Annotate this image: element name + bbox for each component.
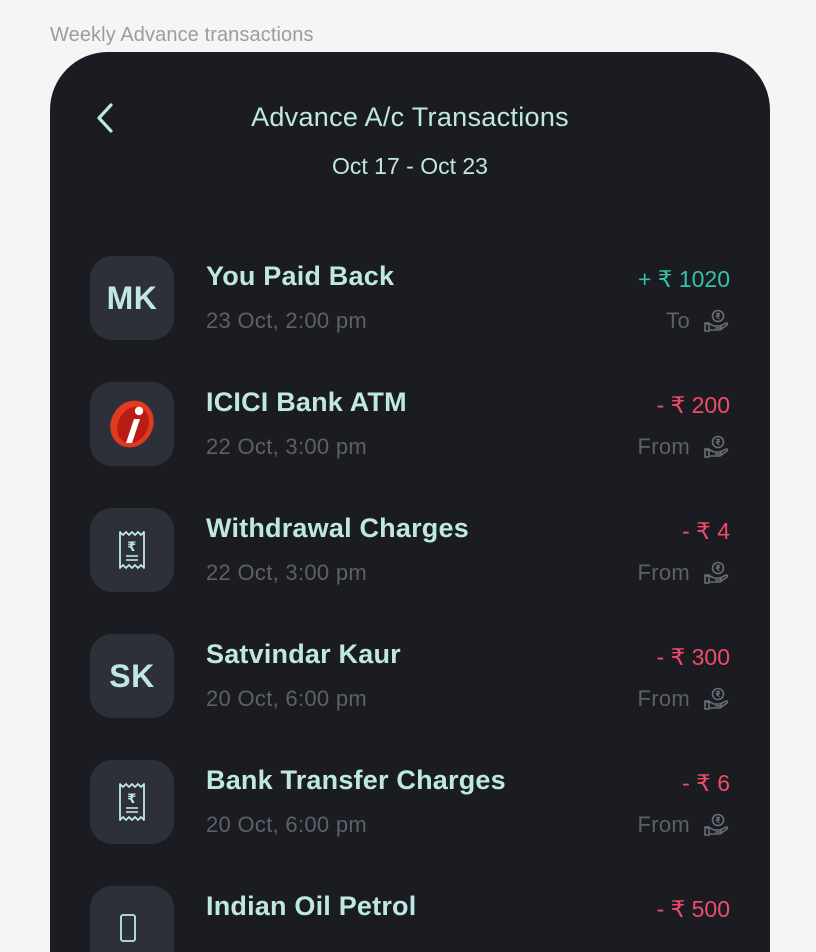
- transaction-avatar: [90, 382, 174, 466]
- transaction-avatar: ₹: [90, 760, 174, 844]
- hand-rupee-icon: [704, 687, 729, 710]
- transaction-name: ICICI Bank ATM: [206, 387, 407, 417]
- transaction-row[interactable]: MK You Paid Back 23 Oct, 2:00 pm + ₹ 1020 To: [90, 256, 730, 342]
- transaction-direction: From: [637, 812, 730, 838]
- receipt-icon: ₹: [119, 531, 145, 569]
- icici-bank-logo: [110, 400, 154, 448]
- transaction-name: Satvindar Kaur: [206, 639, 401, 669]
- transaction-amount: - ₹ 6: [682, 770, 730, 796]
- direction-icon-wrap: [704, 561, 730, 585]
- transaction-avatar: ₹: [90, 508, 174, 592]
- transaction-amount: + ₹ 1020: [637, 266, 730, 292]
- transaction-direction: From: [637, 686, 730, 712]
- transaction-avatar: MK: [90, 256, 174, 340]
- direction-label: From: [637, 434, 690, 459]
- direction-label: From: [637, 812, 690, 837]
- transaction-row[interactable]: Indian Oil Petrol - ₹ 500: [90, 886, 730, 952]
- phone-screen: Advance A/c Transactions Oct 17 - Oct 23…: [50, 52, 770, 952]
- transaction-row[interactable]: ₹ Bank Transfer Charges 20 Oct, 6:00 pm - ₹…: [90, 760, 730, 846]
- svg-text:₹: ₹: [127, 540, 137, 555]
- transaction-amount: - ₹ 300: [656, 644, 730, 670]
- direction-label: From: [637, 686, 690, 711]
- fuel-icon: [120, 914, 136, 942]
- transaction-datetime: 23 Oct, 2:00 pm: [206, 308, 368, 333]
- transaction-direction: To: [666, 308, 730, 334]
- transaction-amount: - ₹ 4: [682, 518, 730, 544]
- transaction-name: You Paid Back: [206, 261, 395, 291]
- hand-rupee-icon: [704, 309, 729, 332]
- transaction-name: Bank Transfer Charges: [206, 765, 506, 795]
- transaction-avatar: SK: [90, 634, 174, 718]
- transaction-name: Indian Oil Petrol: [206, 891, 417, 921]
- transaction-datetime: 20 Oct, 6:00 pm: [206, 686, 368, 711]
- direction-icon-wrap: [704, 309, 730, 333]
- transaction-avatar: [90, 886, 174, 952]
- avatar-initials: MK: [106, 279, 158, 316]
- direction-icon-wrap: [704, 813, 730, 837]
- svg-text:₹: ₹: [127, 792, 137, 807]
- transaction-name: Withdrawal Charges: [206, 513, 469, 543]
- transaction-datetime: 20 Oct, 6:00 pm: [206, 812, 368, 837]
- transaction-row[interactable]: ₹ Withdrawal Charges 22 Oct, 3:00 pm - ₹ 4 F…: [90, 508, 730, 594]
- receipt-icon: ₹: [119, 783, 145, 821]
- page-title: Advance A/c Transactions: [251, 102, 569, 132]
- transaction-datetime: 22 Oct, 3:00 pm: [206, 560, 368, 585]
- transaction-direction: From: [637, 560, 730, 586]
- direction-label: From: [637, 560, 690, 585]
- transaction-row[interactable]: SK Satvindar Kaur 20 Oct, 6:00 pm - ₹ 300 Fr…: [90, 634, 730, 720]
- direction-label: To: [666, 308, 690, 333]
- transaction-amount: - ₹ 200: [656, 392, 730, 418]
- hand-rupee-icon: [704, 561, 729, 584]
- hand-rupee-icon: [704, 435, 729, 458]
- date-range: Oct 17 - Oct 23: [332, 153, 488, 179]
- avatar-initials: SK: [109, 657, 155, 694]
- transaction-row[interactable]: ICICI Bank ATM 22 Oct, 3:00 pm - ₹ 200 From: [90, 382, 730, 468]
- frame-caption: Weekly Advance transactions: [50, 24, 314, 46]
- transaction-direction: From: [637, 434, 730, 460]
- transaction-amount: - ₹ 500: [656, 896, 730, 922]
- transaction-datetime: 22 Oct, 3:00 pm: [206, 434, 368, 459]
- direction-icon-wrap: [704, 435, 730, 459]
- hand-rupee-icon: [704, 813, 729, 836]
- direction-icon-wrap: [704, 687, 730, 711]
